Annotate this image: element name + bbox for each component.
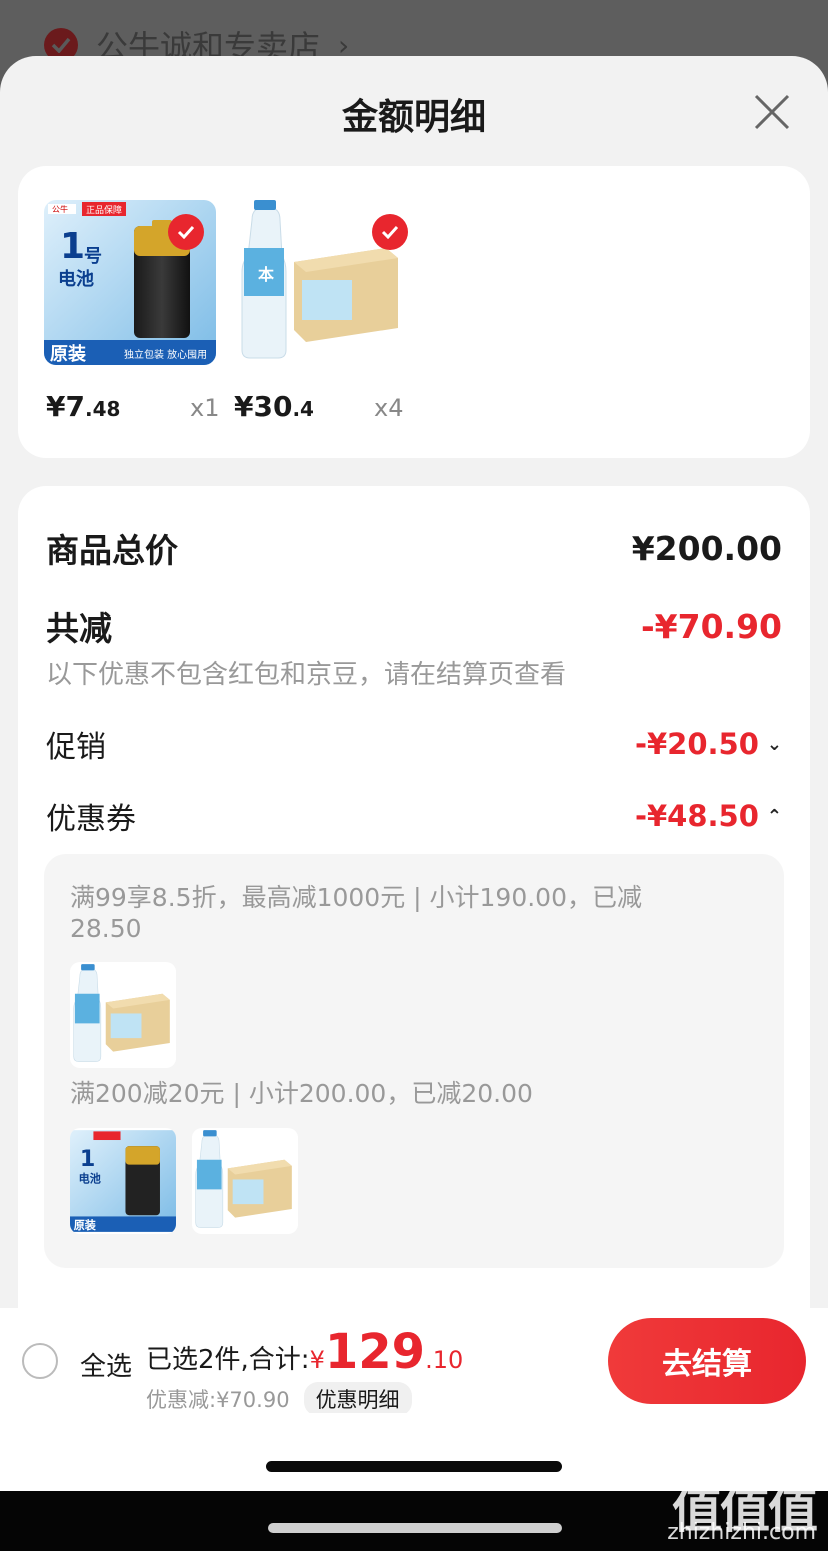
sheet-title: 金额明细 bbox=[341, 97, 486, 138]
checkout-button[interactable]: 去结算 bbox=[608, 1318, 806, 1404]
discount-detail-button[interactable]: 优惠明细 bbox=[303, 1382, 412, 1416]
select-all-label[interactable]: 全选 bbox=[80, 1346, 132, 1383]
total-price-label: 商品总价 bbox=[46, 531, 178, 570]
promo-row[interactable]: 促销 -¥20.50 ⌄ bbox=[46, 722, 782, 766]
product-price: ¥7.48 bbox=[46, 390, 121, 423]
coupon-row[interactable]: 优惠券 -¥48.50 ⌃ bbox=[46, 794, 782, 838]
selected-count-text: 已选2件,合计: bbox=[146, 1345, 310, 1375]
promo-label: 促销 bbox=[46, 730, 106, 765]
coupon-rule-text: 满200减20元 | 小计200.00，已减20.00 bbox=[70, 1079, 533, 1108]
battery-thumbnail: 1 电池 原装 bbox=[70, 1128, 176, 1234]
discount-amount-text: 优惠减:¥70.90 bbox=[146, 1388, 290, 1412]
svg-text:公牛: 公牛 bbox=[52, 204, 68, 214]
water-thumbnail bbox=[192, 1128, 298, 1234]
close-icon[interactable] bbox=[752, 92, 792, 132]
watermark-url: zhizhizhi.com bbox=[667, 1520, 816, 1545]
total-amount-dec: .10 bbox=[425, 1346, 464, 1374]
svg-text:电池: 电池 bbox=[58, 268, 94, 290]
svg-text:本: 本 bbox=[258, 265, 274, 284]
product-card: 正品保障 公牛 1 号 电池 原装 独立包装 放心囤用 ¥7.48 x1 本 ¥… bbox=[18, 166, 810, 458]
coupon-detail-box: 满99享8.5折，最高减1000元 | 小计190.00，已减28.50 满20… bbox=[44, 854, 784, 1268]
water-product-image: 本 bbox=[236, 200, 408, 365]
selected-check-icon[interactable] bbox=[168, 214, 204, 250]
product-quantity: x4 bbox=[374, 394, 404, 422]
coupon-label: 优惠券 bbox=[46, 802, 136, 837]
selected-check-icon[interactable] bbox=[372, 214, 408, 250]
total-reduce-row: 共减 -¥70.90 bbox=[46, 602, 782, 650]
home-indicator bbox=[268, 1523, 562, 1533]
product-item[interactable]: 本 bbox=[236, 200, 408, 375]
home-indicator[interactable] bbox=[266, 1461, 562, 1472]
total-price-value: ¥200.00 bbox=[631, 528, 782, 568]
total-reduce-label: 共减 bbox=[46, 609, 112, 648]
svg-text:电池: 电池 bbox=[79, 1172, 101, 1186]
total-price-row: 商品总价 ¥200.00 bbox=[46, 524, 782, 572]
amount-detail-sheet: 金额明细 正品保障 公牛 1 号 电池 原装 独立包装 放心囤用 ¥7.48 x… bbox=[0, 56, 828, 1496]
chevron-up-icon[interactable]: ⌃ bbox=[767, 806, 782, 827]
battery-product-image: 正品保障 公牛 1 号 电池 原装 独立包装 放心囤用 bbox=[44, 200, 216, 365]
checkout-bar: 全选 已选2件,合计: ¥ 129 .10 优惠减:¥70.90 优惠明细 去结… bbox=[0, 1308, 828, 1416]
product-price: ¥30.4 bbox=[234, 390, 314, 423]
svg-text:1: 1 bbox=[80, 1146, 95, 1172]
water-thumbnail bbox=[70, 962, 176, 1068]
coupon-rule-text: 满99享8.5折，最高减1000元 | 小计190.00，已减28.50 bbox=[70, 883, 642, 943]
total-summary: 已选2件,合计: ¥ 129 .10 bbox=[146, 1324, 463, 1380]
svg-text:独立包装 放心囤用: 独立包装 放心囤用 bbox=[124, 348, 207, 361]
select-all-radio[interactable] bbox=[22, 1343, 58, 1379]
total-reduce-value: -¥70.90 bbox=[640, 606, 782, 646]
coupon-value: -¥48.50 bbox=[634, 799, 759, 833]
chevron-down-icon[interactable]: ⌄ bbox=[767, 734, 782, 755]
svg-text:正品保障: 正品保障 bbox=[86, 204, 122, 216]
total-currency: ¥ bbox=[309, 1346, 325, 1374]
product-quantity: x1 bbox=[190, 394, 220, 422]
svg-text:原装: 原装 bbox=[74, 1218, 97, 1232]
svg-text:号: 号 bbox=[84, 246, 102, 267]
svg-text:1: 1 bbox=[60, 226, 85, 267]
discount-note: 以下优惠不包含红包和京豆，请在结算页查看 bbox=[46, 660, 567, 690]
svg-text:原装: 原装 bbox=[50, 343, 86, 365]
discount-summary: 优惠减:¥70.90 优惠明细 bbox=[146, 1382, 412, 1416]
product-item[interactable]: 正品保障 公牛 1 号 电池 原装 独立包装 放心囤用 bbox=[44, 200, 216, 375]
promo-value: -¥20.50 bbox=[634, 727, 759, 761]
total-amount-int: 129 bbox=[324, 1324, 426, 1380]
